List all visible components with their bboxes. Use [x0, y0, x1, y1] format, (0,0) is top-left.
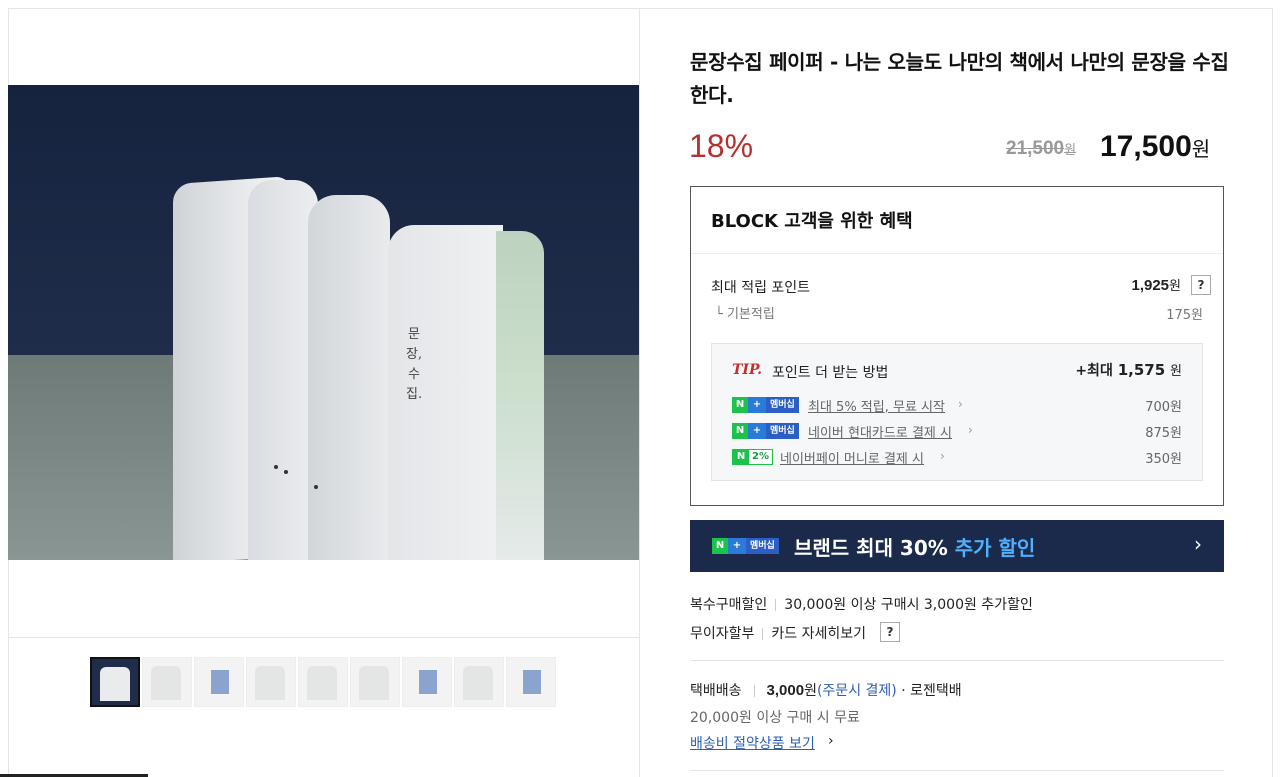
thumbnail-6[interactable]	[350, 657, 400, 707]
hyundai-card-link[interactable]: 네이버 현대카드로 결제 시	[808, 422, 952, 441]
card-amount: 875원	[1145, 426, 1182, 441]
points-help-button[interactable]: ?	[1191, 275, 1211, 295]
thumbnail-strip	[90, 657, 556, 707]
shipping-fee: 3,000	[766, 682, 805, 699]
thumbnail-1[interactable]	[90, 657, 140, 707]
sale-price: 17,500원	[1100, 130, 1210, 164]
notebook-page	[308, 195, 390, 560]
tip-text: 포인트 더 받는 방법	[772, 365, 889, 381]
shipping-save-link[interactable]: 배송비 절약상품 보기	[690, 733, 815, 753]
naver-membership-badge: N + 멤버십	[712, 538, 779, 554]
chevron-right-icon: ›	[968, 423, 973, 437]
tip-row-card: N + 멤버십 네이버 현대카드로 결제 시 › 875원	[732, 422, 1182, 442]
gallery-divider	[8, 637, 639, 638]
shipping-row: 택배배송 3,000원(주문시 결제) · 로젠택배	[690, 680, 962, 700]
page-dot	[284, 470, 288, 474]
card-details-link[interactable]: 카드 자세히보기	[771, 626, 866, 642]
cover-title: 문장,수집.	[406, 327, 423, 402]
naver-n-icon: N	[712, 538, 728, 554]
shipping-carrier: · 로젠택배	[901, 683, 962, 699]
installment-help-button[interactable]: ?	[880, 622, 900, 642]
won-unit: 원	[1064, 142, 1077, 157]
installment-label: 무이자할부	[690, 626, 755, 642]
base-points-label: └ 기본적립	[715, 307, 775, 322]
thumbnail-3[interactable]	[194, 657, 244, 707]
chevron-right-icon: ›	[828, 733, 834, 749]
plus-icon: +	[748, 397, 766, 413]
notebook-spine	[496, 231, 544, 560]
main-product-image[interactable]: 문장,수집.	[8, 85, 639, 560]
membership-link[interactable]: 최대 5% 적립, 무료 시작	[808, 396, 945, 415]
naver-pay-2pct-badge: N 2%	[732, 449, 773, 465]
divider	[690, 770, 1224, 771]
membership-label: 멤버십	[746, 538, 779, 554]
tip-row-membership: N + 멤버십 최대 5% 적립, 무료 시작 › 700원	[732, 396, 1182, 416]
naver-n-icon: N	[733, 450, 749, 464]
multi-purchase-value: 30,000원 이상 구매시 3,000원 추가할인	[784, 597, 1033, 613]
page-dot	[314, 485, 318, 489]
base-points-value: 175원	[1166, 308, 1203, 323]
naver-membership-badge: N + 멤버십	[732, 397, 799, 413]
divider	[691, 253, 1223, 254]
percent-label: 2%	[749, 450, 772, 464]
plus-icon: +	[748, 423, 766, 439]
money-amount: 350원	[1145, 452, 1182, 467]
original-price-value: 21,500	[1006, 138, 1065, 159]
max-points-value: 1,925원	[1131, 275, 1181, 294]
product-title: 문장수집 페이퍼 - 나는 오늘도 나만의 책에서 나만의 문장을 수집한다.	[690, 50, 1229, 107]
tip-mark: TIP.	[732, 362, 763, 378]
won-unit: 원	[804, 683, 817, 699]
membership-amount: 700원	[1145, 400, 1182, 415]
sale-price-value: 17,500	[1100, 130, 1192, 163]
banner-main-text: 브랜드 최대 30%	[794, 536, 955, 560]
max-points-number: 1,925	[1131, 277, 1170, 294]
original-price: 21,500원	[1006, 138, 1076, 160]
separator	[775, 599, 777, 611]
brand-discount-banner[interactable]: N + 멤버십 브랜드 최대 30% 추가 할인 ›	[690, 520, 1224, 572]
benefit-box: BLOCK 고객을 위한 혜택 최대 적립 포인트 1,925원 ? └ 기본적…	[690, 186, 1224, 506]
membership-label: 멤버십	[766, 397, 799, 413]
won-unit: 원	[1170, 364, 1182, 379]
chevron-right-icon: ›	[958, 397, 963, 411]
multi-purchase-label: 복수구매할인	[690, 597, 768, 613]
thumbnail-4[interactable]	[246, 657, 296, 707]
multi-purchase-row: 복수구매할인 30,000원 이상 구매시 3,000원 추가할인	[690, 594, 1033, 614]
tip-total-prefix: +최대	[1075, 363, 1113, 379]
shipping-label: 택배배송	[690, 683, 742, 699]
naver-n-icon: N	[732, 397, 748, 413]
won-unit: 원	[1191, 139, 1211, 161]
naverpay-money-link[interactable]: 네이버페이 머니로 결제 시	[780, 448, 924, 467]
separator	[762, 628, 764, 640]
thumbnail-8[interactable]	[454, 657, 504, 707]
tip-total-value: 1,575	[1117, 361, 1166, 379]
won-unit: 원	[1169, 278, 1181, 293]
separator	[753, 685, 755, 697]
tip-row-money: N 2% 네이버페이 머니로 결제 시 › 350원	[732, 448, 1182, 468]
thumbnail-5[interactable]	[298, 657, 348, 707]
naver-membership-badge: N + 멤버십	[732, 423, 799, 439]
tip-total: +최대 1,575 원	[1075, 360, 1182, 380]
free-shipping-note: 20,000원 이상 구매 시 무료	[690, 710, 860, 726]
thumbnail-2[interactable]	[142, 657, 192, 707]
plus-icon: +	[728, 538, 746, 554]
max-points-label: 최대 적립 포인트	[711, 280, 811, 296]
naver-n-icon: N	[732, 423, 748, 439]
installment-row: 무이자할부 카드 자세히보기	[690, 623, 866, 643]
thumbnail-7[interactable]	[402, 657, 452, 707]
divider	[690, 660, 1224, 661]
tip-box: TIP. 포인트 더 받는 방법 +최대 1,575 원 N + 멤버십 최대 5%…	[711, 343, 1203, 481]
banner-highlight: 추가 할인	[954, 536, 1036, 560]
membership-label: 멤버십	[766, 423, 799, 439]
page-dot	[274, 465, 278, 469]
benefit-title: BLOCK 고객을 위한 혜택	[711, 211, 913, 232]
chevron-right-icon: ›	[940, 449, 945, 463]
chevron-right-icon: ›	[1194, 532, 1202, 556]
shipping-pay-note: (주문시 결제)	[816, 683, 897, 699]
thumbnail-9[interactable]	[506, 657, 556, 707]
banner-text: 브랜드 최대 30% 추가 할인	[794, 532, 1035, 561]
discount-rate: 18%	[689, 128, 754, 164]
